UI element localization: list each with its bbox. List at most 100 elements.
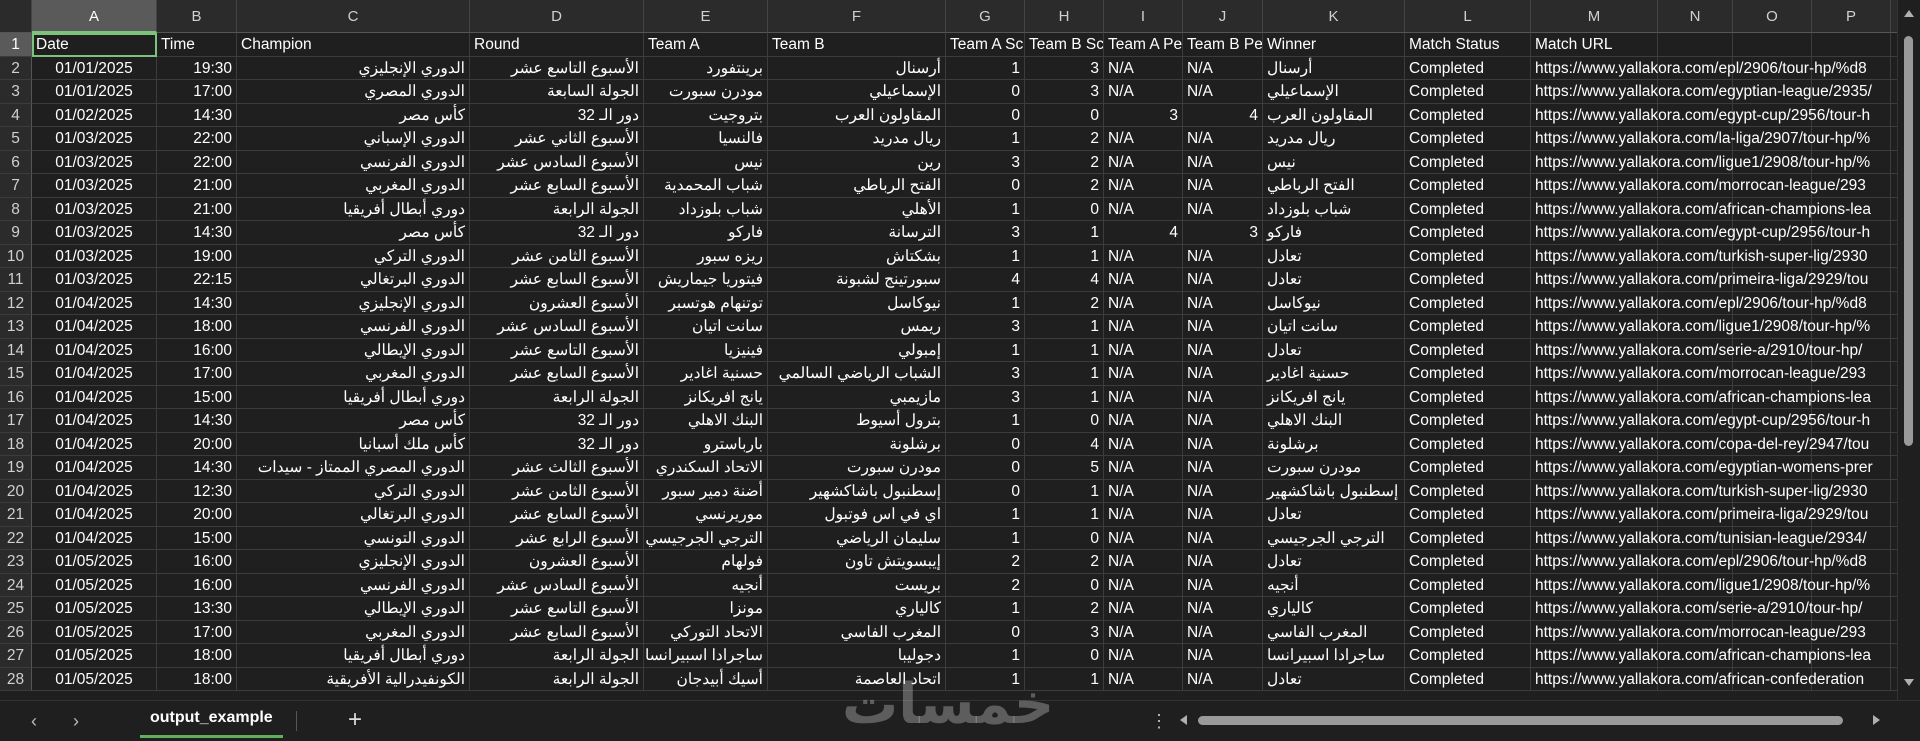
table-cell[interactable]: N/A — [1183, 150, 1263, 174]
table-cell[interactable]: 20:00 — [157, 503, 237, 527]
table-cell[interactable]: Completed — [1405, 409, 1531, 433]
table-cell[interactable]: كأس مصر — [237, 221, 470, 245]
table-cell[interactable]: 1 — [1025, 479, 1104, 503]
table-cell[interactable]: الدوري المغربي — [237, 362, 470, 386]
table-cell[interactable]: https://www.yallakora.com/epl/2906/tour-… — [1531, 550, 1867, 574]
table-cell[interactable]: الدوري التركي — [237, 479, 470, 503]
table-cell[interactable]: https://www.yallakora.com/tunisian-leagu… — [1531, 526, 1867, 550]
table-cell[interactable]: N/A — [1104, 597, 1183, 621]
table-cell[interactable]: N/A — [1183, 667, 1263, 691]
table-cell[interactable]: نيوكاسل — [768, 291, 946, 315]
table-cell[interactable]: الدوري الإسباني — [237, 127, 470, 151]
table-cell[interactable]: 1 — [946, 291, 1025, 315]
scroll-up-icon[interactable] — [1904, 10, 1914, 17]
table-cell[interactable]: أضنة دمير سبور — [644, 479, 768, 503]
table-cell[interactable]: 2 — [1025, 150, 1104, 174]
table-cell[interactable]: https://www.yallakora.com/serie-a/2910/t… — [1531, 338, 1862, 362]
table-cell[interactable]: الاتحاد السكندري — [644, 456, 768, 480]
table-cell[interactable]: البنك الاهلي — [644, 409, 768, 433]
table-cell[interactable]: 01/05/2025 — [32, 644, 157, 668]
table-cell[interactable]: 01/04/2025 — [32, 526, 157, 550]
column-header-m[interactable]: M — [1531, 0, 1658, 33]
table-cell[interactable]: 3 — [1104, 103, 1183, 127]
table-cell[interactable]: 15:00 — [157, 526, 237, 550]
header-cell[interactable]: Match Status — [1405, 33, 1531, 57]
table-cell[interactable]: 01/03/2025 — [32, 127, 157, 151]
table-cell[interactable]: N/A — [1183, 385, 1263, 409]
table-cell[interactable]: Completed — [1405, 197, 1531, 221]
row-number[interactable]: 11 — [0, 268, 32, 292]
table-cell[interactable]: 1 — [946, 409, 1025, 433]
table-cell[interactable]: الأسبوع الرابع عشر — [470, 526, 644, 550]
table-cell[interactable]: الترسانة — [768, 221, 946, 245]
column-header-o[interactable]: O — [1733, 0, 1812, 33]
table-cell[interactable]: N/A — [1104, 573, 1183, 597]
table-cell[interactable]: 3 — [1025, 56, 1104, 80]
table-cell[interactable]: Completed — [1405, 103, 1531, 127]
table-cell[interactable]: 1 — [946, 338, 1025, 362]
table-cell[interactable]: الترجي الجرجيسي — [644, 526, 768, 550]
header-cell[interactable]: Round — [470, 33, 644, 57]
table-cell[interactable]: أنجيه — [1263, 573, 1405, 597]
table-cell[interactable]: 1 — [946, 503, 1025, 527]
table-cell[interactable]: Completed — [1405, 550, 1531, 574]
table-cell[interactable]: الدوري الفرنسي — [237, 573, 470, 597]
table-cell[interactable]: 17:00 — [157, 80, 237, 104]
row-number[interactable]: 18 — [0, 432, 32, 456]
table-cell[interactable]: 0 — [1025, 409, 1104, 433]
table-cell[interactable]: N/A — [1183, 80, 1263, 104]
table-cell[interactable]: ريال مدريد — [768, 127, 946, 151]
row-number[interactable]: 23 — [0, 550, 32, 574]
table-cell[interactable]: 01/04/2025 — [32, 479, 157, 503]
table-cell[interactable]: 19:00 — [157, 244, 237, 268]
table-cell[interactable]: 01/04/2025 — [32, 385, 157, 409]
table-cell[interactable]: N/A — [1104, 291, 1183, 315]
table-cell[interactable]: دوري أبطال أفريقيا — [237, 385, 470, 409]
table-cell[interactable]: https://www.yallakora.com/ligue1/2908/to… — [1531, 573, 1870, 597]
column-header-e[interactable]: E — [644, 0, 768, 33]
table-cell[interactable]: 2 — [946, 550, 1025, 574]
table-cell[interactable]: 1 — [946, 644, 1025, 668]
table-cell[interactable]: المقاولون العرب — [1263, 103, 1405, 127]
table-cell[interactable]: كأس مصر — [237, 103, 470, 127]
table-cell[interactable]: فيتوريا جيماريش — [644, 268, 768, 292]
table-cell[interactable]: Completed — [1405, 503, 1531, 527]
column-header-g[interactable]: G — [946, 0, 1025, 33]
table-cell[interactable]: رين — [768, 150, 946, 174]
table-cell[interactable]: تعادل — [1263, 244, 1405, 268]
row-number[interactable]: 12 — [0, 291, 32, 315]
table-cell[interactable]: https://www.yallakora.com/african-champi… — [1531, 385, 1871, 409]
table-cell[interactable]: الدوري الفرنسي — [237, 315, 470, 339]
table-cell[interactable]: Completed — [1405, 291, 1531, 315]
row-number[interactable]: 6 — [0, 150, 32, 174]
table-cell[interactable]: 01/01/2025 — [32, 56, 157, 80]
table-cell[interactable]: 01/03/2025 — [32, 221, 157, 245]
table-cell[interactable]: الجولة السابعة — [470, 80, 644, 104]
table-cell[interactable]: 01/02/2025 — [32, 103, 157, 127]
table-cell[interactable]: N/A — [1104, 244, 1183, 268]
header-cell[interactable]: Winner — [1263, 33, 1405, 57]
table-cell[interactable]: أنجيه — [644, 573, 768, 597]
table-cell[interactable]: N/A — [1183, 573, 1263, 597]
table-cell[interactable]: ريال مدريد — [1263, 127, 1405, 151]
table-cell[interactable]: https://www.yallakora.com/morrocan-leagu… — [1531, 174, 1866, 198]
table-cell[interactable]: https://www.yallakora.com/egypt-cup/2956… — [1531, 221, 1870, 245]
table-cell[interactable]: 3 — [1025, 620, 1104, 644]
row-number[interactable]: 27 — [0, 644, 32, 668]
table-cell[interactable]: 1 — [1025, 362, 1104, 386]
table-cell[interactable]: Completed — [1405, 479, 1531, 503]
table-cell[interactable]: N/A — [1183, 268, 1263, 292]
row-number[interactable]: 15 — [0, 362, 32, 386]
table-cell[interactable]: https://www.yallakora.com/serie-a/2910/t… — [1531, 597, 1862, 621]
table-cell[interactable]: ريزه سبور — [644, 244, 768, 268]
table-cell[interactable]: 01/03/2025 — [32, 268, 157, 292]
table-cell[interactable]: 14:30 — [157, 456, 237, 480]
table-cell[interactable]: 01/05/2025 — [32, 550, 157, 574]
table-cell[interactable]: N/A — [1183, 526, 1263, 550]
table-cell[interactable]: Completed — [1405, 644, 1531, 668]
table-cell[interactable]: 0 — [946, 456, 1025, 480]
row-number[interactable]: 24 — [0, 573, 32, 597]
table-cell[interactable]: 1 — [946, 244, 1025, 268]
table-cell[interactable]: تعادل — [1263, 667, 1405, 691]
table-cell[interactable]: N/A — [1183, 244, 1263, 268]
